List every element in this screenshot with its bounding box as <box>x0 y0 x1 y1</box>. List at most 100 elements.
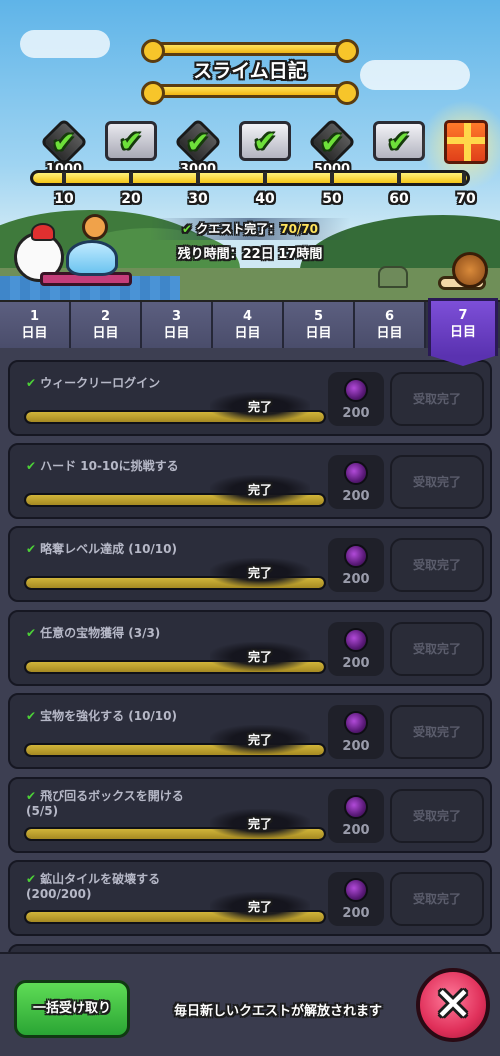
reward-slot: 200 <box>328 372 384 426</box>
footer: 一括受け取り 毎日新しいクエストが解放されます ✕ <box>0 952 500 1056</box>
claim-button[interactable]: 受取完了 <box>390 622 484 676</box>
check-icon: ✔ <box>26 376 37 390</box>
reward-slot: 200 <box>328 872 384 926</box>
tab-day-2[interactable]: 2 日目 <box>71 302 142 348</box>
reward-amount: 200 <box>342 489 370 504</box>
quest-name: ✔ 任意の宝物獲得 (3/3) <box>26 626 286 641</box>
quest-title: 飛び回るボックスを開ける (5/5) <box>26 789 184 818</box>
reward-slot: 200 <box>328 705 384 759</box>
progress-tick <box>129 172 133 184</box>
check-icon: ✔ <box>26 872 37 886</box>
quest-status: 完了 <box>210 558 310 587</box>
quest-list[interactable]: ✔ ウィークリーログイン 完了 200 受取完了 ✔ ハード 10-10に挑戦する … <box>0 352 500 952</box>
milestone-reward-2[interactable]: ✔ <box>104 118 158 164</box>
quest-row: ✔ 任意の宝物獲得 (3/3) 完了 200 受取完了 <box>8 610 492 686</box>
tab-day-5[interactable]: 5 日目 <box>284 302 355 348</box>
quest-row: ✔ ウィークリーログイン 完了 200 受取完了 <box>8 360 492 436</box>
check-icon: ✔ <box>387 124 411 158</box>
quest-row: ✔ 略奪レベル達成 (10/10) 完了 200 受取完了 <box>8 526 492 602</box>
purple-gem-icon <box>344 544 368 568</box>
snail-character <box>438 252 488 292</box>
quest-complete-status: ✔ クエスト完了：70/70 <box>150 218 350 240</box>
purple-gem-icon <box>344 711 368 735</box>
reward-amount: 200 <box>342 406 370 421</box>
tab-day-7[interactable]: 7 日目 <box>428 298 498 366</box>
check-icon: ✔ <box>253 124 277 158</box>
tab-suffix: 日目 <box>92 326 119 341</box>
quest-status: 完了 <box>210 809 310 838</box>
claim-button[interactable]: 受取完了 <box>390 538 484 592</box>
claim-all-button[interactable]: 一括受け取り <box>14 980 130 1038</box>
tab-suffix: 日目 <box>234 326 261 341</box>
progress-tick <box>62 172 66 184</box>
claim-button[interactable]: 受取完了 <box>390 789 484 843</box>
tab-suffix: 日目 <box>376 326 403 341</box>
milestone-progress-fill <box>33 173 467 183</box>
tab-number: 4 <box>242 309 253 324</box>
close-button[interactable]: ✕ <box>416 968 490 1042</box>
claim-button[interactable]: 受取完了 <box>390 872 484 926</box>
purple-gem-icon <box>344 461 368 485</box>
milestone-reward-1[interactable]: ✔ <box>39 117 89 167</box>
step-label: 70 <box>456 191 476 207</box>
snail-shell <box>452 252 488 288</box>
quest-row: ✔ ハード 10-10に挑戦する 完了 200 受取完了 <box>8 443 492 519</box>
quest-name: ✔ ハード 10-10に挑戦する <box>26 459 286 474</box>
tab-suffix: 日目 <box>449 325 476 340</box>
cloud <box>360 60 470 90</box>
check-icon: ✔ <box>26 789 37 803</box>
step-label: 40 <box>255 191 275 207</box>
tab-number: 2 <box>100 309 111 324</box>
reward-amount: 200 <box>342 656 370 671</box>
milestone-reward-5[interactable]: ✔ <box>307 117 357 167</box>
quest-name: ✔ ウィークリーログイン <box>26 376 286 391</box>
check-icon: ✔ <box>320 125 344 159</box>
quest-row: ✔ 鉱山タイルを破壊する (200/200) 完了 200 受取完了 <box>8 860 492 936</box>
milestone-reward-final[interactable] <box>442 118 490 166</box>
reward-slot: 200 <box>328 622 384 676</box>
step-label: 50 <box>322 191 342 207</box>
tab-day-3[interactable]: 3 日目 <box>142 302 213 348</box>
reward-slot: 200 <box>328 538 384 592</box>
progress-tick <box>330 172 334 184</box>
tab-day-6[interactable]: 6 日目 <box>355 302 426 348</box>
tab-day-1[interactable]: 1 日目 <box>0 302 71 348</box>
milestone-reward-3[interactable]: ✔ <box>173 117 223 167</box>
tab-suffix: 日目 <box>163 326 190 341</box>
check-icon: ✔ <box>181 222 193 236</box>
tab-number: 3 <box>171 309 182 324</box>
tab-day-4[interactable]: 4 日目 <box>213 302 284 348</box>
check-icon: ✔ <box>119 124 143 158</box>
claim-button[interactable]: 受取完了 <box>390 372 484 426</box>
quest-title: ハード 10-10に挑戦する <box>40 459 179 473</box>
step-label: 20 <box>121 191 141 207</box>
purple-gem-icon <box>344 878 368 902</box>
quest-name: ✔ 略奪レベル達成 (10/10) <box>26 542 286 557</box>
tab-suffix: 日目 <box>21 326 48 341</box>
purple-gem-icon <box>344 795 368 819</box>
gift-box-icon <box>444 120 488 164</box>
quest-title: 宝物を強化する (10/10) <box>40 709 177 723</box>
quest-complete-label: クエスト完了： <box>196 222 281 236</box>
close-icon: ✕ <box>433 977 473 1031</box>
milestone-reward-4[interactable]: ✔ <box>238 118 292 164</box>
tab-number: 6 <box>384 309 395 324</box>
reward-slot: 200 <box>328 789 384 843</box>
claim-button[interactable]: 受取完了 <box>390 455 484 509</box>
milestone-progress-bar <box>30 170 470 186</box>
cat-character <box>82 214 108 240</box>
step-label: 60 <box>389 191 409 207</box>
progress-tick <box>263 172 267 184</box>
check-icon: ✔ <box>26 542 37 556</box>
title-bar-top <box>141 39 359 63</box>
progress-tick <box>462 172 466 184</box>
quest-status: 完了 <box>210 475 310 504</box>
quest-name: ✔ 宝物を強化する (10/10) <box>26 709 286 724</box>
check-icon: ✔ <box>186 125 210 159</box>
tab-number: 7 <box>458 308 468 323</box>
title-bar-bottom <box>141 81 359 105</box>
tab-suffix: 日目 <box>305 326 332 341</box>
claim-button[interactable]: 受取完了 <box>390 705 484 759</box>
slime-character <box>66 240 118 276</box>
milestone-reward-6[interactable]: ✔ <box>372 118 426 164</box>
